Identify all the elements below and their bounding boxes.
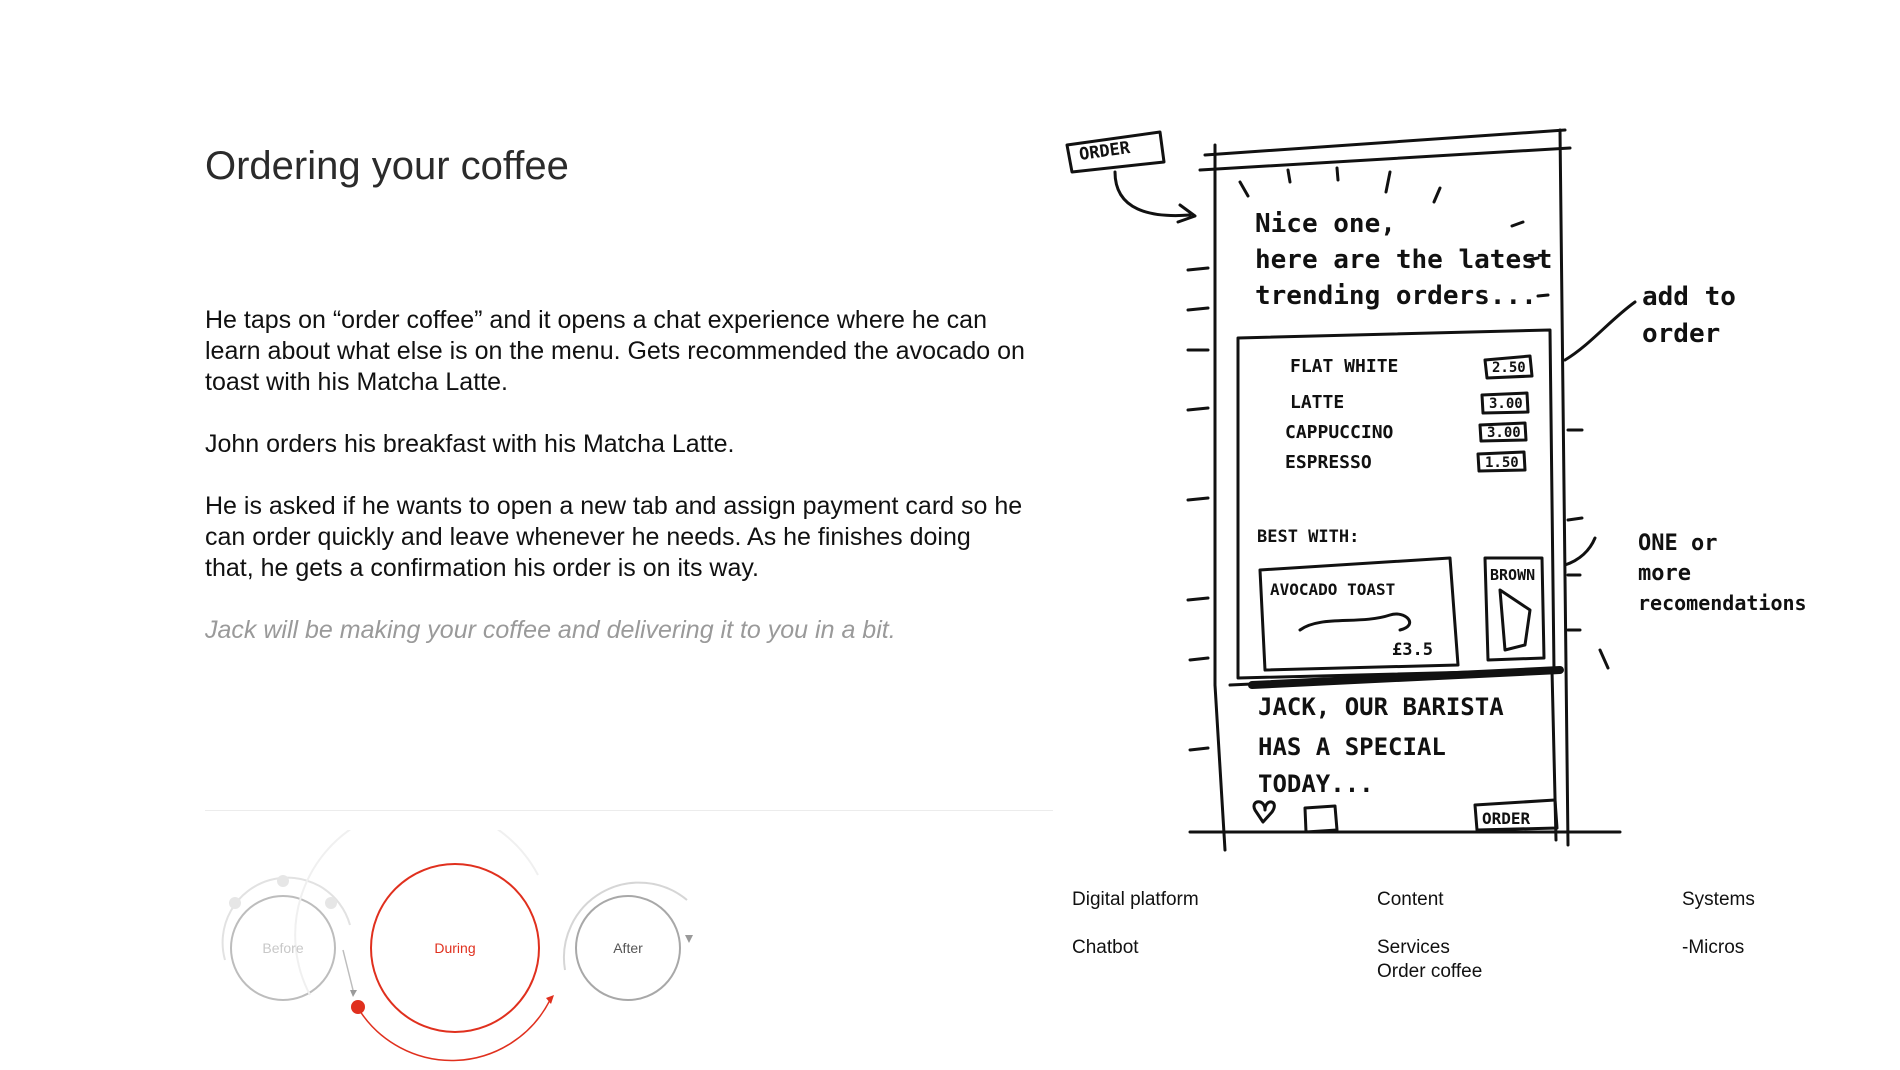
- column-heading: Systems: [1682, 889, 1755, 910]
- arrow-icon: [685, 935, 693, 943]
- sketch-drawing: ORDER Nice one, here are the latest tren…: [1065, 128, 1807, 852]
- heart-icon: [1252, 800, 1276, 824]
- phone-right-edge: [1558, 128, 1570, 847]
- paragraph: John orders his breakfast with his Match…: [205, 430, 735, 458]
- note-add-to-order: order: [1642, 319, 1720, 349]
- arrow-icon: [350, 990, 357, 997]
- brownie-doodle: [1498, 588, 1532, 652]
- chat-greeting: here are the latest: [1255, 245, 1552, 275]
- menu-item-name: LATTE: [1290, 392, 1344, 413]
- menu-item-price: 2.50: [1492, 360, 1526, 376]
- toast-doodle: [1298, 612, 1412, 632]
- before-dot: [277, 875, 289, 887]
- progress-dot: [351, 1000, 365, 1014]
- before-dot: [229, 897, 241, 909]
- paragraph: He is asked if he wants to open a new ta…: [205, 492, 1023, 582]
- journey-stages: Before During After: [205, 830, 725, 1070]
- note-recommendations: recomendations: [1638, 591, 1807, 615]
- menu-item-price: 1.50: [1485, 455, 1519, 471]
- note-arrow: [1563, 536, 1597, 567]
- divider: [205, 810, 1053, 811]
- column-systems: Systems -Micros: [1682, 888, 1755, 960]
- description: He taps on “order coffee” and it opens a…: [205, 305, 1025, 677]
- column-digital-platform: Digital platform Chatbot: [1072, 888, 1199, 960]
- arrow: [1113, 170, 1192, 218]
- info-columns: Digital platform Chatbot Content Service…: [1072, 888, 1872, 1008]
- page-title: Ordering your coffee: [205, 144, 569, 188]
- note-add-to-order: add to: [1642, 282, 1736, 312]
- menu-card: [1236, 328, 1556, 680]
- arrow-icon: [1176, 203, 1197, 224]
- stage-after: After: [613, 940, 643, 956]
- arrow-icon: [546, 995, 554, 1004]
- column-heading: Content: [1377, 889, 1444, 910]
- chat-greeting: Nice one,: [1255, 209, 1396, 239]
- menu-item-name: FLAT WHITE: [1290, 356, 1398, 377]
- cup-icon: [1303, 804, 1339, 834]
- stage-before: Before: [262, 940, 304, 956]
- chat-sketch: ORDER Nice one, here are the latest tren…: [1060, 110, 1850, 860]
- menu-item-price: 3.00: [1489, 396, 1523, 412]
- barista-message: JACK, OUR BARISTA: [1258, 693, 1504, 721]
- phone-left-edge: [1213, 683, 1227, 852]
- column-value: Chatbot: [1072, 937, 1139, 958]
- before-dot: [325, 897, 337, 909]
- column-content: Content Services Order coffee: [1377, 888, 1482, 984]
- chat-greeting: trending orders...: [1255, 281, 1537, 311]
- note-arrow: [1563, 300, 1637, 362]
- note-recommendations: more: [1638, 561, 1691, 586]
- menu-item-price: 3.00: [1487, 425, 1521, 441]
- barista-message: TODAY...: [1258, 770, 1374, 798]
- barista-quote: Jack will be making your coffee and deli…: [205, 616, 896, 644]
- menu-item-name: CAPPUCCINO: [1285, 422, 1394, 443]
- best-with-label: BEST WITH:: [1257, 527, 1359, 547]
- during-arc: [357, 999, 551, 1062]
- rec-brownie: BROWN: [1490, 566, 1535, 584]
- column-value: Services: [1377, 937, 1450, 958]
- barista-message: HAS A SPECIAL: [1258, 733, 1446, 761]
- before-connector: [342, 949, 354, 991]
- note-recommendations: ONE or: [1638, 531, 1717, 556]
- menu-item-name: ESPRESSO: [1285, 452, 1372, 473]
- paragraph: He taps on “order coffee” and it opens a…: [205, 306, 1025, 396]
- order-button-label: ORDER: [1482, 809, 1531, 828]
- rec-avocado-toast: AVOCADO TOAST: [1270, 580, 1395, 599]
- rec-price: £3.5: [1392, 640, 1433, 660]
- column-value: Order coffee: [1377, 961, 1483, 982]
- column-heading: Digital platform: [1072, 889, 1199, 910]
- stage-during: During: [434, 940, 476, 956]
- column-value: -Micros: [1682, 937, 1745, 958]
- during-outer-arc: [294, 830, 539, 996]
